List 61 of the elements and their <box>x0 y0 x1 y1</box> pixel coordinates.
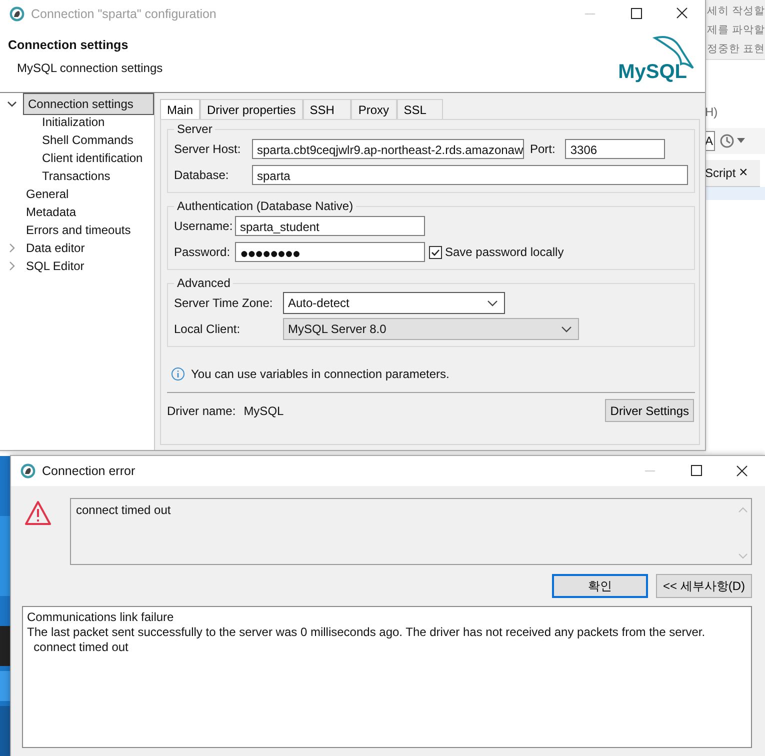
dropdown[interactable]: Auto-detect <box>283 292 505 314</box>
input-field[interactable]: 3306 <box>565 139 666 159</box>
field-label: Driver name: <box>167 404 236 418</box>
driver-name: MySQL <box>244 404 285 418</box>
error-message: connect timed out <box>76 503 171 519</box>
field-label: Port: <box>530 142 556 156</box>
tab[interactable]: SSL <box>396 99 443 119</box>
tree-item[interactable]: General <box>23 186 72 202</box>
input-field[interactable]: sparta.cbt9ceqjwlr9.ap-northeast-2.rds.amazonaw <box>252 139 524 159</box>
tree-item[interactable]: Errors and timeouts <box>23 222 134 238</box>
field-label: Database: <box>174 168 230 182</box>
dialog-button[interactable]: << 세부사항(D) <box>656 574 752 598</box>
tab[interactable]: Main <box>160 99 200 119</box>
detail-text: The last packet sent successfully to the server was 0 milliseconds ago. The driver has not received any packets from the server. <box>27 625 706 640</box>
window-title: Connection "sparta" configuration <box>31 7 218 21</box>
tree-item[interactable]: Initialization <box>39 114 108 130</box>
input-field[interactable]: sparta_student <box>235 216 425 236</box>
field-label: Local Client: <box>174 322 242 336</box>
tree-item[interactable]: SQL Editor <box>23 258 88 274</box>
tab[interactable]: Proxy <box>350 99 397 119</box>
group-title: Authentication (Database Native) <box>176 199 354 213</box>
info-text: You can use variables in connection parameters. <box>191 367 450 381</box>
dialog-button[interactable]: 확인 <box>552 574 648 598</box>
save-password-checkbox[interactable]: Save password locally <box>429 245 564 259</box>
tree-item[interactable]: Data editor <box>23 240 88 256</box>
editor-tab[interactable]: Script × <box>705 160 760 187</box>
logo-text: MySQL <box>618 61 687 84</box>
tree-item[interactable]: Client identification <box>39 150 146 166</box>
warning-icon <box>24 500 52 526</box>
page-title: Connection settings <box>8 38 130 52</box>
info-icon <box>171 367 185 381</box>
input-field[interactable]: sparta <box>252 165 688 185</box>
password-field[interactable]: ●●●●●●●● <box>235 242 425 262</box>
app-icon <box>20 463 36 479</box>
field-label: Password: <box>174 245 231 259</box>
detail-text: Communications link failure <box>27 610 175 625</box>
driver-settings-button[interactable]: Driver Settings <box>605 399 694 422</box>
background-text: 제를 파악할 <box>706 23 765 38</box>
dropdown[interactable]: MySQL Server 8.0 <box>283 318 579 340</box>
tree-item[interactable]: Transactions <box>39 168 114 184</box>
dropdown-icon[interactable] <box>737 138 745 144</box>
chevron-down-icon <box>487 300 498 306</box>
chevron-down-icon <box>561 326 572 332</box>
page-subtitle: MySQL connection settings <box>17 61 163 75</box>
detail-text: connect timed out <box>32 640 130 655</box>
background-text: 정중한 표현 <box>706 42 765 57</box>
group-title: Advanced <box>176 276 232 290</box>
history-icon[interactable] <box>719 133 735 149</box>
window-title: Connection error <box>42 464 136 478</box>
background-text: 세히 작성할 <box>706 4 765 19</box>
field-label: Server Time Zone: <box>174 296 274 310</box>
tree-item[interactable]: Connection settings <box>23 93 154 115</box>
field-label: Server Host: <box>174 142 242 156</box>
background-label: H) <box>705 104 719 120</box>
tab[interactable]: SSH <box>302 99 351 119</box>
tab[interactable]: Driver properties <box>200 99 303 119</box>
field-label: Username: <box>174 219 231 233</box>
tree-item[interactable]: Shell Commands <box>39 132 136 148</box>
tree-item[interactable]: Metadata <box>23 204 80 220</box>
app-icon <box>9 6 25 22</box>
group-title: Server <box>176 122 214 136</box>
